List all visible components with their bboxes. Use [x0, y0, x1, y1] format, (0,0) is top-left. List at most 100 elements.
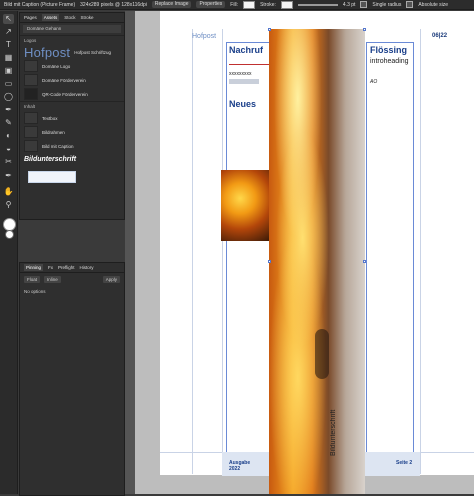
- bee-shape: [315, 329, 329, 379]
- node-tool-icon[interactable]: ↗: [3, 27, 14, 37]
- panel-tabs: Pinning Fx Preflight History: [20, 263, 124, 273]
- single-radius-checkbox[interactable]: [360, 1, 368, 8]
- picture-frame-icon[interactable]: ▣: [3, 66, 14, 76]
- margin-guide: [222, 29, 223, 474]
- qr-code-icon: [24, 88, 38, 100]
- footer-year[interactable]: 2022: [229, 466, 240, 472]
- logo-thumb-icon: [24, 74, 38, 86]
- picture-caption-thumb-icon: [24, 140, 38, 152]
- fill-label: Fill:: [230, 1, 239, 8]
- stroke-value[interactable]: 4.3 pt: [343, 2, 356, 8]
- absolute-size-checkbox[interactable]: [406, 1, 414, 8]
- tab-history[interactable]: History: [80, 265, 94, 270]
- crop-tool-icon[interactable]: ✂: [3, 157, 14, 167]
- asset-item[interactable]: Bildrahmen: [20, 125, 124, 139]
- apply-button[interactable]: Apply: [102, 276, 120, 283]
- placeholder-bar: [229, 79, 259, 84]
- footer-page-number[interactable]: Seite 2: [396, 460, 412, 466]
- tab-pinning[interactable]: Pinning: [24, 264, 44, 271]
- pinning-status: No options: [24, 289, 46, 294]
- heading-nachruf[interactable]: Nachruf: [229, 45, 263, 55]
- asset-category-select[interactable]: Domäne Gehann: [23, 25, 121, 33]
- hofpost-logo-thumb: Hofpost: [24, 44, 71, 60]
- picture-frame-thumb-icon: [24, 126, 38, 138]
- blank-box-asset[interactable]: [28, 171, 76, 183]
- intro-heading[interactable]: introheading: [370, 58, 409, 65]
- context-toolbar: Bild mit Caption (Picture Frame) 324x289…: [0, 0, 474, 10]
- asset-item[interactable]: Domäne Förderverein: [20, 73, 124, 87]
- margin-guide: [192, 29, 193, 474]
- flower-image-small[interactable]: [221, 170, 269, 241]
- pasteboard-gutter: [125, 11, 135, 494]
- asset-item[interactable]: QR-Code Förderverein: [20, 87, 124, 101]
- caption-asset[interactable]: Bildunterschrift: [20, 153, 124, 167]
- selected-picture-frame[interactable]: [269, 29, 365, 494]
- asset-label: Domäne Logo: [42, 63, 71, 69]
- absolute-size-label: Absolute size: [418, 1, 449, 8]
- asset-item[interactable]: Hofpost Hofpost Schriftzug: [20, 44, 124, 60]
- fill-swatch[interactable]: [243, 0, 256, 9]
- pinning-controls: Float Inline Apply: [20, 273, 124, 286]
- stroke-color-icon[interactable]: [5, 230, 14, 239]
- rectangle-tool-icon[interactable]: ▭: [3, 79, 14, 89]
- stroke-swatch[interactable]: [280, 0, 293, 9]
- properties-button[interactable]: Properties: [196, 1, 226, 8]
- stroke-slider[interactable]: [297, 3, 338, 6]
- resize-handle[interactable]: [363, 260, 366, 263]
- asset-item[interactable]: Bild mit Caption: [20, 139, 124, 153]
- section-logos[interactable]: Logos: [20, 35, 124, 45]
- section-inhalt[interactable]: Inhalt: [20, 101, 124, 111]
- asset-label: Domäne Förderverein: [42, 77, 86, 83]
- resize-handle[interactable]: [268, 28, 271, 31]
- table-tool-icon[interactable]: ▦: [3, 53, 14, 63]
- zoom-tool-icon[interactable]: ⚲: [3, 200, 14, 210]
- caption-text[interactable]: Bildunterschrift: [330, 410, 337, 456]
- page-number-top[interactable]: 06|22: [432, 33, 447, 39]
- single-radius-label: Single radius: [372, 1, 402, 8]
- tools-panel: ↖ ↗ T ▦ ▣ ▭ ◯ ✒ ✎ ◐ ◒ ✂ ✒ ✋ ⚲: [0, 11, 18, 494]
- placeholder-text[interactable]: xxxxxxxxx: [229, 71, 252, 77]
- asset-label: QR-Code Förderverein: [42, 91, 88, 97]
- margin-guide: [420, 29, 421, 474]
- color-picker-icon[interactable]: ✒: [3, 171, 14, 181]
- asset-label: Hofpost Schriftzug: [74, 49, 111, 55]
- tab-preflight[interactable]: Preflight: [58, 265, 75, 270]
- asset-label: Bildrahmen: [42, 129, 65, 135]
- panel-tabs: Pages Assets Stock Stroke: [20, 13, 124, 23]
- tab-assets[interactable]: Assets: [41, 14, 60, 21]
- tab-fx[interactable]: Fx: [48, 265, 53, 270]
- float-button[interactable]: Float: [24, 276, 41, 283]
- pinning-panel: Pinning Fx Preflight History Float Inlin…: [19, 262, 125, 496]
- pencil-tool-icon[interactable]: ✎: [3, 118, 14, 128]
- stroke-label: Stroke:: [260, 1, 276, 8]
- view-tool-icon[interactable]: ✋: [3, 187, 14, 197]
- asset-item[interactable]: Domäne Logo: [20, 59, 124, 73]
- frame-text-tool-icon[interactable]: T: [3, 40, 14, 50]
- replace-image-button[interactable]: Replace Image: [151, 1, 192, 8]
- heading-floessing[interactable]: Flössing: [370, 45, 407, 55]
- move-tool-icon[interactable]: ↖: [3, 14, 14, 24]
- transparency-tool-icon[interactable]: ◒: [3, 144, 14, 154]
- asset-item[interactable]: Textbox: [20, 111, 124, 125]
- text-frame-right[interactable]: [366, 42, 414, 456]
- pen-tool-icon[interactable]: ✒: [3, 105, 14, 115]
- ellipse-tool-icon[interactable]: ◯: [3, 92, 14, 102]
- tab-stroke[interactable]: Stroke: [81, 15, 94, 20]
- textbox-thumb-icon: [24, 112, 38, 124]
- tab-stock[interactable]: Stock: [64, 15, 75, 20]
- header-hofpost[interactable]: Hofpost: [192, 33, 216, 40]
- asset-label: Textbox: [42, 115, 58, 121]
- heading-neues[interactable]: Neues: [229, 99, 256, 109]
- resize-handle[interactable]: [268, 260, 271, 263]
- fill-tool-icon[interactable]: ◐: [3, 131, 14, 141]
- logo-thumb-icon: [24, 60, 38, 72]
- heading-rule: [229, 64, 269, 65]
- author-initials[interactable]: AO: [370, 79, 377, 85]
- resize-handle[interactable]: [363, 28, 366, 31]
- asset-label: Bild mit Caption: [42, 143, 74, 149]
- tab-pages[interactable]: Pages: [24, 15, 37, 20]
- pixel-info: 324x289 pixels @ 128x116dpi: [80, 1, 147, 8]
- doc-info: Bild mit Caption (Picture Frame): [4, 1, 76, 8]
- assets-panel: Pages Assets Stock Stroke Domäne Gehann …: [19, 12, 125, 220]
- inline-button[interactable]: Inline: [44, 276, 61, 283]
